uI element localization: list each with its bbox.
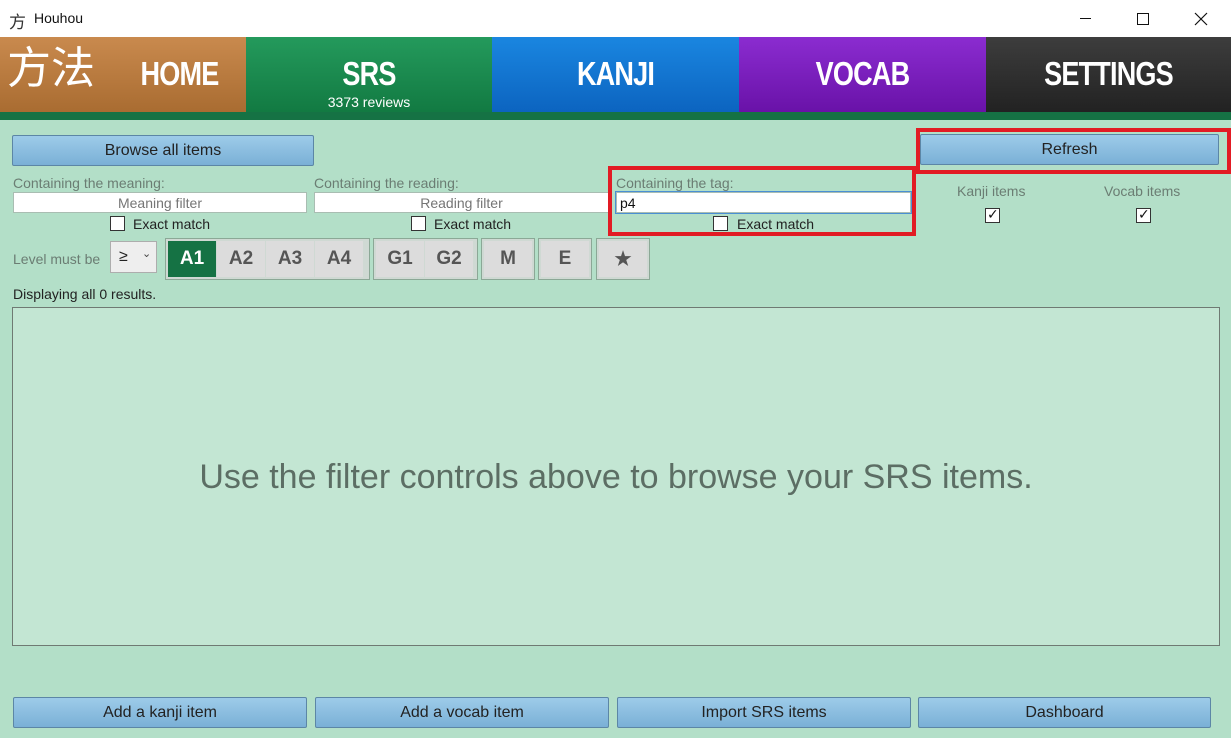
nav-accent-strip <box>0 112 1231 120</box>
nav-home-label: HOME <box>140 55 220 92</box>
level-group-m: M <box>481 238 535 280</box>
level-button-star[interactable]: ★ <box>599 241 647 277</box>
results-empty-message: Use the filter controls above to browse … <box>199 458 1033 496</box>
maximize-button[interactable] <box>1114 0 1172 37</box>
level-button-g2[interactable]: G2 <box>425 241 473 277</box>
level-group-e: E <box>538 238 592 280</box>
level-operator-select[interactable]: ≥ ⌄ <box>110 241 157 273</box>
add-vocab-button[interactable]: Add a vocab item <box>315 697 609 728</box>
maximize-icon <box>1137 12 1149 25</box>
close-icon <box>1194 12 1208 25</box>
nav-tab-vocab[interactable]: VOCAB <box>739 37 986 112</box>
minimize-button[interactable] <box>1056 0 1114 37</box>
meaning-filter-label: Containing the meaning: <box>13 175 165 191</box>
kanji-items-label: Kanji items <box>957 183 1026 199</box>
reading-exact-match-label: Exact match <box>434 216 512 232</box>
level-label: Level must be <box>13 251 101 267</box>
window-title: Houhou <box>34 10 84 26</box>
meaning-exact-match-checkbox[interactable] <box>110 216 125 231</box>
close-button[interactable] <box>1172 0 1230 37</box>
browse-all-button[interactable]: Browse all items <box>12 135 314 166</box>
meaning-filter-input[interactable] <box>13 192 307 213</box>
level-operator-value: ≥ <box>119 248 128 265</box>
level-button-g1[interactable]: G1 <box>376 241 424 277</box>
dashboard-button[interactable]: Dashboard <box>918 697 1211 728</box>
minimize-icon <box>1079 18 1091 19</box>
level-group-star: ★ <box>596 238 650 280</box>
level-button-e[interactable]: E <box>541 241 589 277</box>
nav-kanji-label: KANJI <box>576 55 655 92</box>
import-srs-button[interactable]: Import SRS items <box>617 697 911 728</box>
vocab-items-label: Vocab items <box>1104 183 1181 199</box>
reading-exact-match-checkbox[interactable] <box>411 216 426 231</box>
level-button-a1[interactable]: A1 <box>168 241 216 277</box>
tag-filter-highlight-box <box>608 166 916 236</box>
add-kanji-button[interactable]: Add a kanji item <box>13 697 307 728</box>
level-group-a: A1 A2 A3 A4 <box>165 238 370 280</box>
level-button-a3[interactable]: A3 <box>266 241 314 277</box>
level-button-a4[interactable]: A4 <box>315 241 363 277</box>
nav-tab-kanji[interactable]: KANJI <box>492 37 739 112</box>
reading-filter-input[interactable] <box>314 192 609 213</box>
chevron-down-icon: ⌄ <box>142 248 152 260</box>
refresh-highlight-box <box>916 128 1231 174</box>
app-icon: 方 <box>9 13 26 33</box>
app-logo: 方法 <box>7 43 95 94</box>
results-count: Displaying all 0 results. <box>13 286 157 302</box>
title-bar: 方 Houhou <box>0 0 1231 37</box>
srs-review-count: 3373 reviews <box>327 94 411 110</box>
nav-srs-label: SRS <box>342 55 396 92</box>
nav-tab-settings[interactable]: SETTINGS <box>986 37 1231 112</box>
level-button-a2[interactable]: A2 <box>217 241 265 277</box>
meaning-exact-match-label: Exact match <box>133 216 211 232</box>
kanji-items-checkbox[interactable] <box>985 207 1000 223</box>
nav-settings-label: SETTINGS <box>1044 55 1174 92</box>
nav-tab-home[interactable]: 方法 HOME <box>0 37 246 112</box>
nav-tab-srs[interactable]: SRS 3373 reviews <box>246 37 492 112</box>
reading-filter-label: Containing the reading: <box>314 175 459 191</box>
nav-vocab-label: VOCAB <box>815 55 910 92</box>
vocab-items-checkbox[interactable] <box>1136 207 1151 223</box>
main-navigation: 方法 HOME SRS 3373 reviews KANJI VOCAB SET… <box>0 37 1231 112</box>
results-panel[interactable]: Use the filter controls above to browse … <box>12 307 1220 646</box>
level-group-g: G1 G2 <box>373 238 478 280</box>
level-button-m[interactable]: M <box>484 241 532 277</box>
